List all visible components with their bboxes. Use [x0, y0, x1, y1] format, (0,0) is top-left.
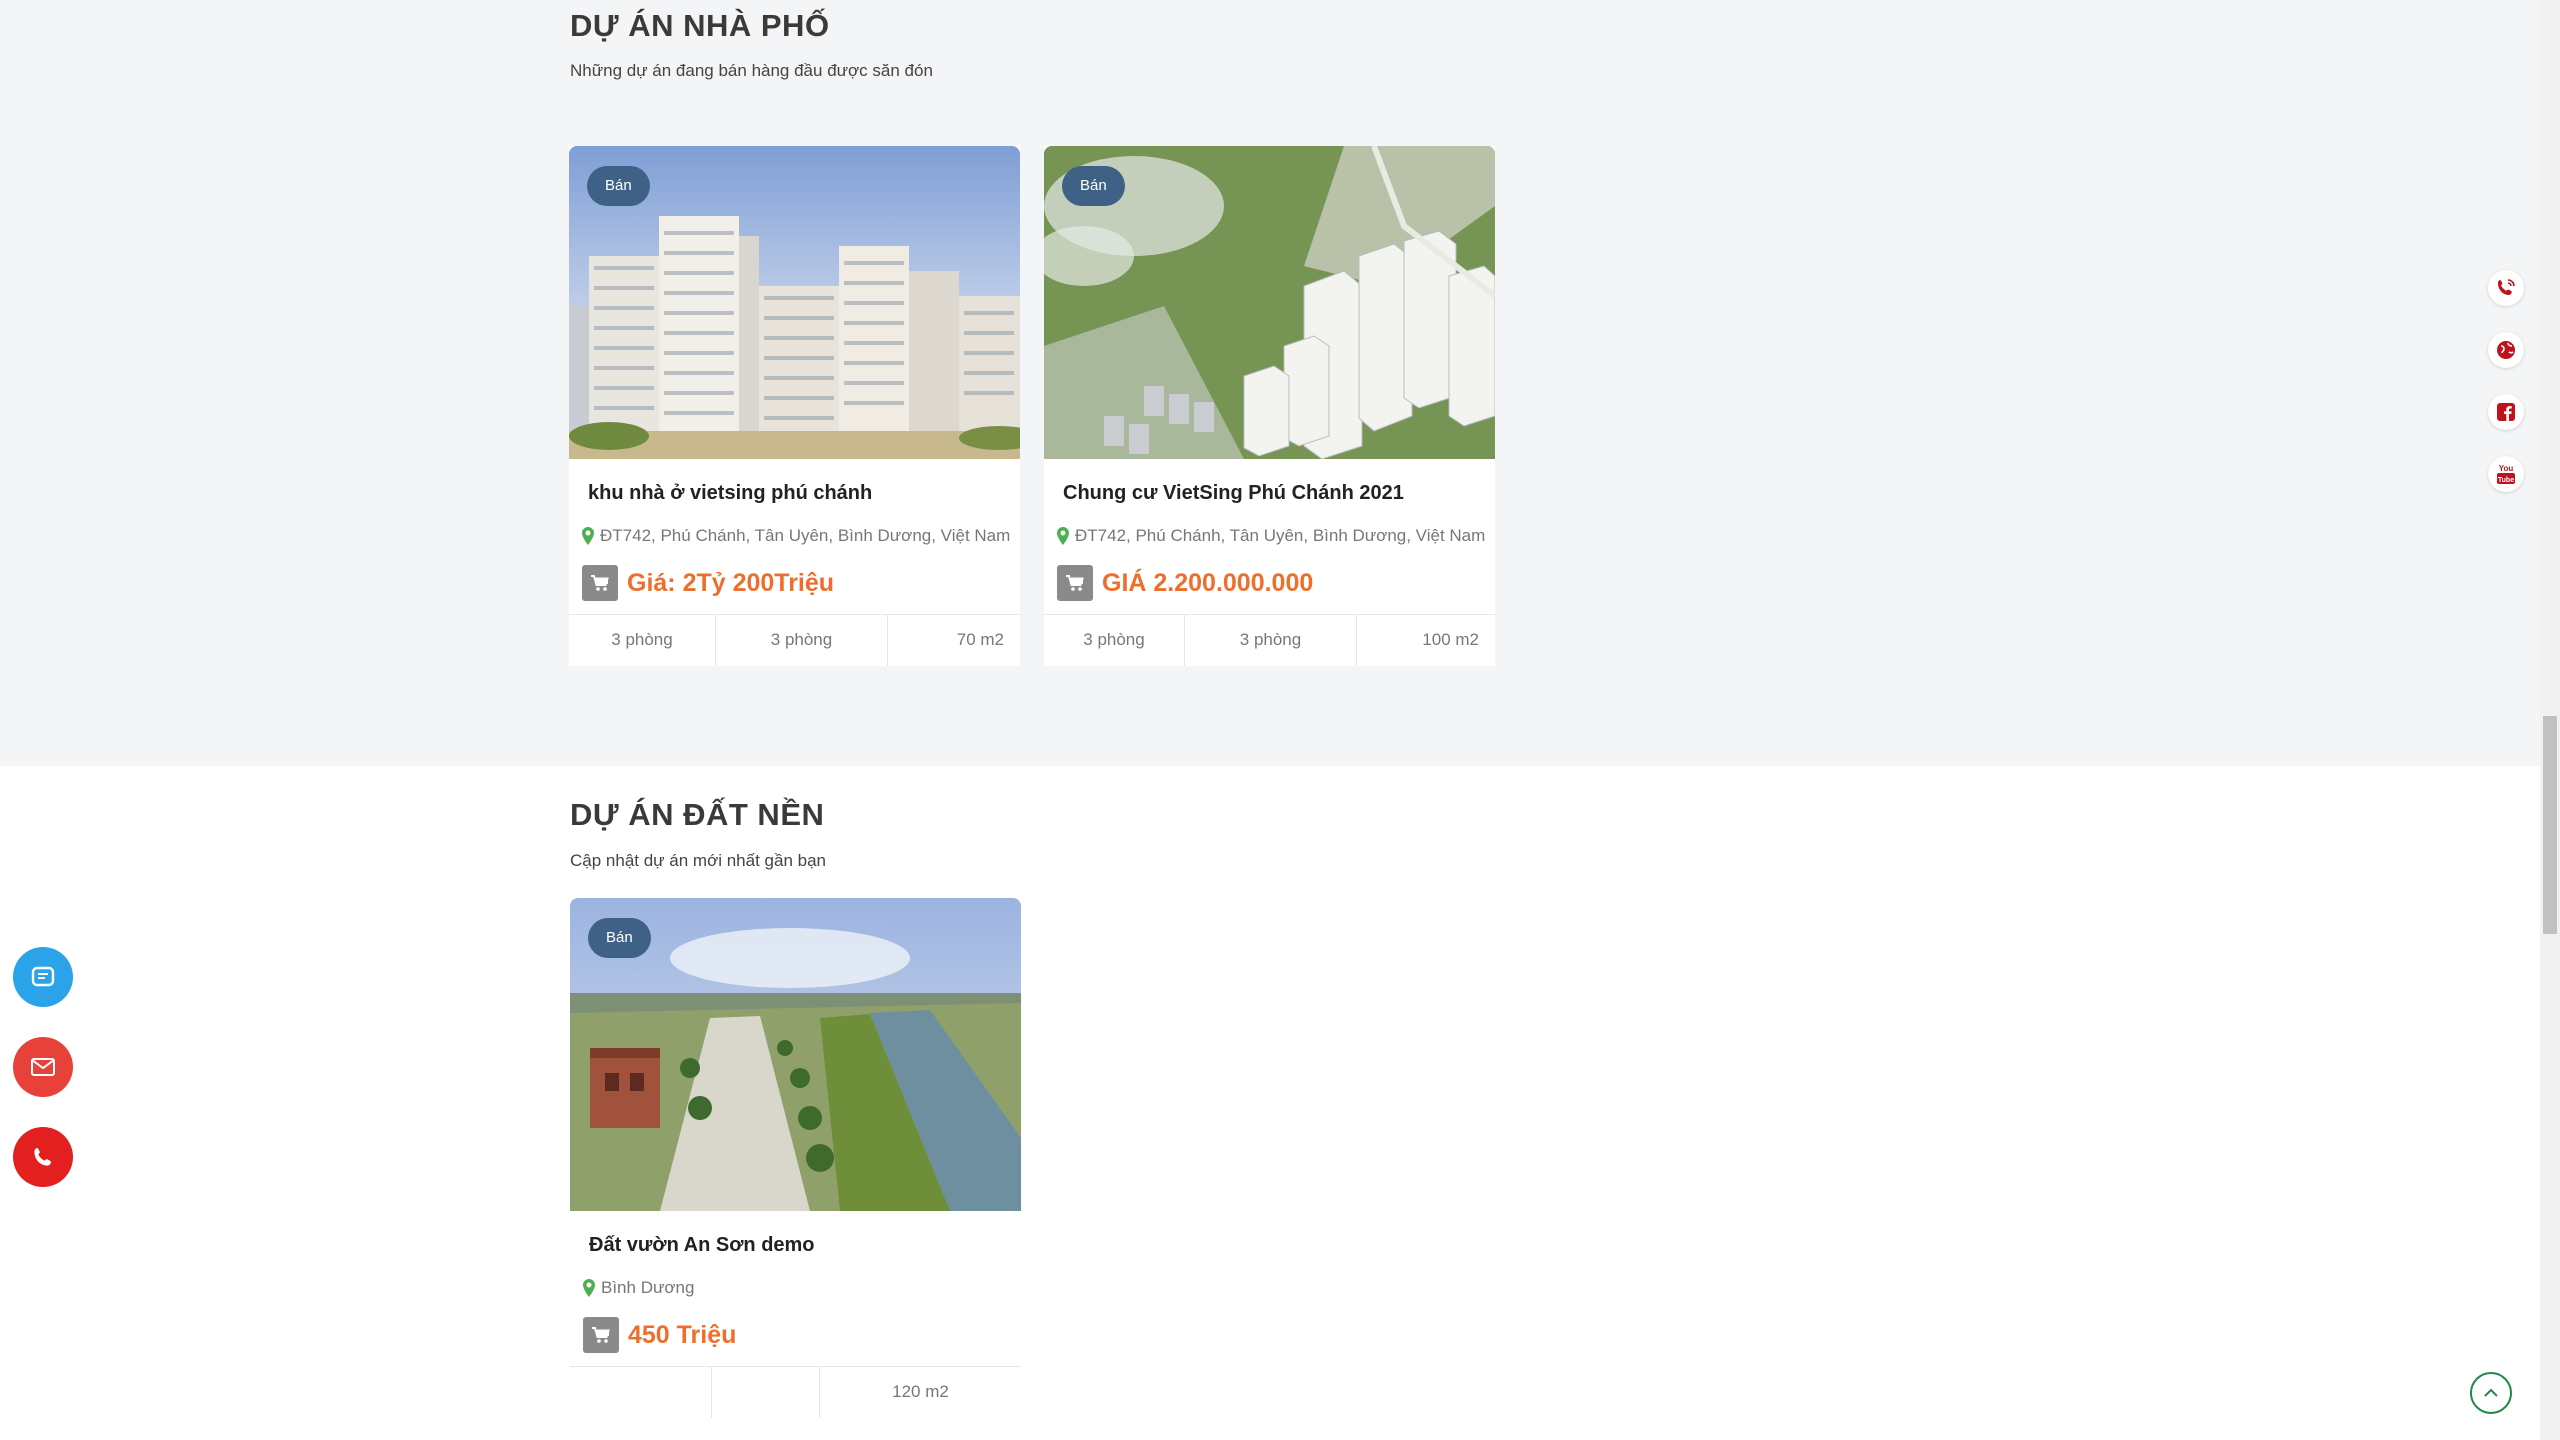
- cart-icon: [1057, 565, 1093, 601]
- status-badge: Bán: [587, 166, 650, 206]
- status-badge: Bán: [588, 918, 651, 958]
- spec-area: 120 m2: [892, 1382, 949, 1401]
- project-name[interactable]: Đất vườn An Sơn demo: [589, 1234, 815, 1257]
- price-text: 450 Triệu: [628, 1320, 737, 1349]
- call-icon[interactable]: [13, 1127, 73, 1187]
- project-name[interactable]: khu nhà ở vietsing phú chánh: [588, 482, 872, 505]
- messenger-icon[interactable]: [13, 947, 73, 1007]
- project-image[interactable]: Bán: [570, 898, 1021, 1211]
- section-subtitle-dat-nen: Cập nhật dự án mới nhất gần bạn: [570, 851, 826, 870]
- project-specs: 120 m2: [570, 1366, 1021, 1418]
- spec-area: 100 m2: [1422, 630, 1479, 649]
- address-text: Bình Dương: [601, 1278, 695, 1297]
- spec-area: 70 m2: [956, 630, 1004, 649]
- spec-bathrooms: 3 phòng: [716, 615, 888, 666]
- mail-icon[interactable]: [13, 1037, 73, 1097]
- youtube-icon[interactable]: You Tube: [2488, 456, 2524, 492]
- project-specs: 3 phòng 3 phòng 70 m2: [569, 614, 1020, 666]
- svg-text:Tube: Tube: [2498, 477, 2514, 484]
- project-image[interactable]: Bán: [569, 146, 1020, 459]
- svg-text:You: You: [2499, 464, 2514, 473]
- project-address: Bình Dương: [583, 1278, 694, 1298]
- cart-icon: [582, 565, 618, 601]
- price-text: Giá: 2Tỷ 200Triệu: [627, 568, 835, 597]
- phone-icon[interactable]: [2488, 270, 2524, 306]
- section-title-nha-pho: DỰ ÁN NHÀ PHỐ: [570, 8, 830, 43]
- cart-icon: [583, 1317, 619, 1353]
- section-title-dat-nen: DỰ ÁN ĐẤT NỀN: [570, 797, 825, 832]
- facebook-icon[interactable]: [2488, 394, 2524, 430]
- spec-bedrooms: 3 phòng: [569, 615, 716, 666]
- address-text: ĐT742, Phú Chánh, Tân Uyên, Bình Dương, …: [1075, 526, 1486, 545]
- spec-bathrooms: [712, 1367, 820, 1418]
- spec-bathrooms: 3 phòng: [1185, 615, 1357, 666]
- project-address: ĐT742, Phú Chánh, Tân Uyên, Bình Dương, …: [582, 526, 1010, 546]
- project-image[interactable]: Bán: [1044, 146, 1495, 459]
- status-badge: Bán: [1062, 166, 1125, 206]
- spec-bedrooms: 3 phòng: [1044, 615, 1185, 666]
- location-pin-icon: [1057, 527, 1069, 545]
- project-price: Giá: 2Tỷ 200Triệu: [582, 565, 834, 601]
- project-card[interactable]: Bán khu nhà ở vietsing phú chánh ĐT742, …: [569, 146, 1020, 666]
- project-price: 450 Triệu: [583, 1317, 736, 1353]
- project-address: ĐT742, Phú Chánh, Tân Uyên, Bình Dương, …: [1057, 526, 1485, 546]
- location-pin-icon: [583, 1279, 595, 1297]
- location-pin-icon: [582, 527, 594, 545]
- project-specs: 3 phòng 3 phòng 100 m2: [1044, 614, 1495, 666]
- scrollbar-thumb[interactable]: [2543, 716, 2557, 934]
- spec-bedrooms: [570, 1367, 712, 1418]
- address-text: ĐT742, Phú Chánh, Tân Uyên, Bình Dương, …: [600, 526, 1011, 545]
- project-name[interactable]: Chung cư VietSing Phú Chánh 2021: [1063, 482, 1404, 505]
- back-to-top-button[interactable]: [2470, 1372, 2512, 1414]
- section-subtitle-nha-pho: Những dự án đang bán hàng đầu được săn đ…: [570, 61, 933, 80]
- price-text: GIÁ 2.200.000.000: [1102, 568, 1314, 597]
- globe-icon[interactable]: [2488, 332, 2524, 368]
- section-dat-nen-background: [0, 766, 2540, 1440]
- project-card[interactable]: Bán Đất vườn An Sơn demo Bình Dương 450 …: [570, 898, 1021, 1418]
- project-price: GIÁ 2.200.000.000: [1057, 565, 1313, 601]
- chevron-up-icon: [2484, 1388, 2498, 1397]
- project-card[interactable]: Bán Chung cư VietSing Phú Chánh 2021 ĐT7…: [1044, 146, 1495, 666]
